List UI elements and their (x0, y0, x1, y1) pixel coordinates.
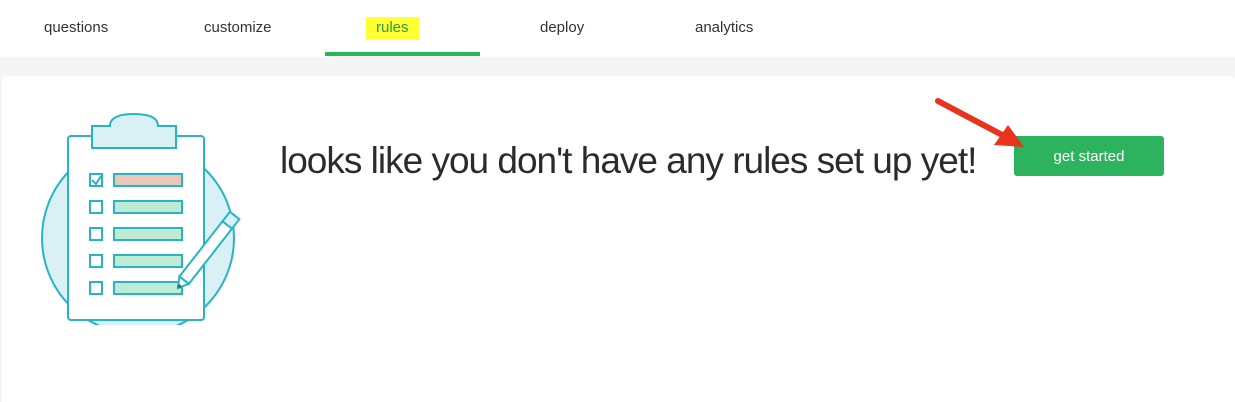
empty-state-message: looks like you don't have any rules set … (280, 140, 977, 181)
tab-label: analytics (695, 19, 754, 36)
tab-rules[interactable]: rules (325, 0, 480, 57)
tab-customize[interactable]: customize (204, 0, 284, 57)
active-tab-indicator (325, 52, 480, 56)
tab-label: customize (204, 19, 272, 36)
annotation-arrow-icon (935, 98, 1024, 147)
tab-deploy[interactable]: deploy (540, 0, 600, 57)
tab-analytics[interactable]: analytics (695, 0, 765, 57)
tab-label: questions (44, 19, 109, 36)
clipboard-checklist-icon (41, 112, 241, 325)
tab-label: deploy (540, 19, 585, 36)
get-started-button[interactable]: get started (1014, 136, 1164, 176)
tab-label: rules (366, 17, 419, 39)
tab-questions[interactable]: questions (44, 0, 124, 57)
tab-bar: questions customize rules deploy analyti… (0, 0, 1235, 57)
page: questions customize rules deploy analyti… (0, 0, 1235, 402)
